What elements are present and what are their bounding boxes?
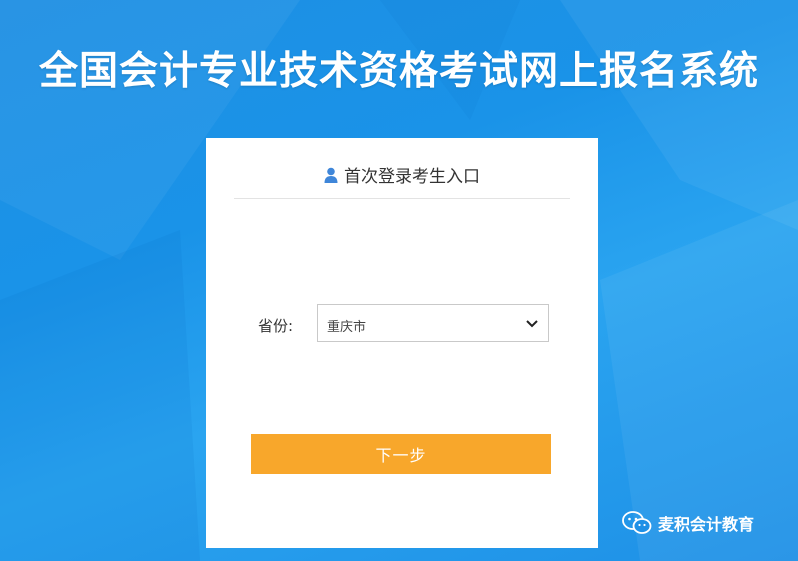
user-icon — [324, 167, 338, 183]
page-title: 全国会计专业技术资格考试网上报名系统 — [38, 49, 759, 94]
province-label: 省份: — [258, 317, 294, 335]
province-row: 省份: 重庆市 — [256, 304, 556, 344]
chevron-down-icon — [526, 320, 538, 328]
next-button[interactable]: 下一步 — [251, 434, 551, 474]
province-select[interactable]: 重庆市 — [317, 304, 549, 342]
card-header: 首次登录考生入口 — [234, 158, 570, 199]
watermark: 麦积会计教育 — [622, 511, 754, 535]
province-select-value: 重庆市 — [327, 320, 367, 335]
card-header-title: 首次登录考生入口 — [324, 162, 480, 187]
watermark-text: 麦积会计教育 — [658, 515, 755, 534]
card-header-text: 首次登录考生入口 — [344, 167, 480, 187]
wechat-icon — [622, 511, 652, 534]
login-card: 首次登录考生入口 省份: 重庆市 下一步 — [206, 138, 598, 548]
